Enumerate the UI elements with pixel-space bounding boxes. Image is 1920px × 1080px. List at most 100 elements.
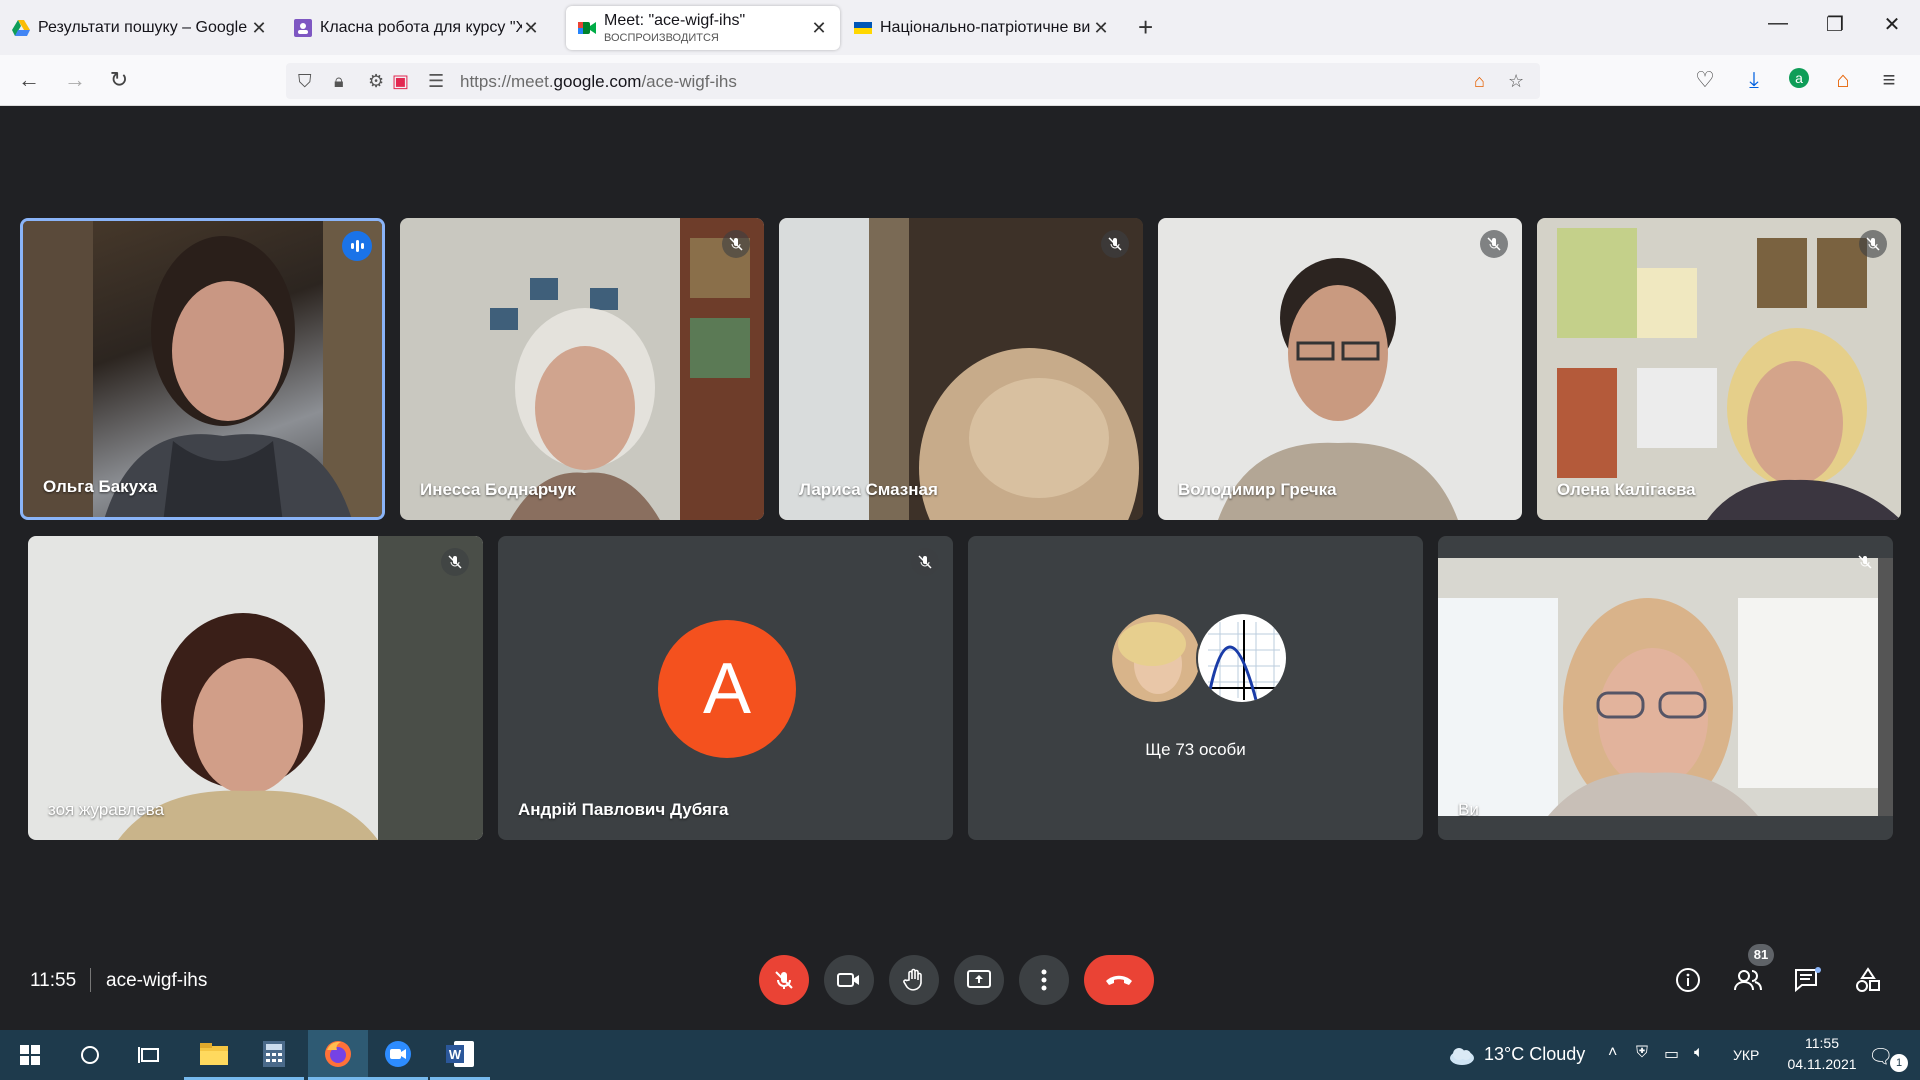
self-tile[interactable]: Ви	[1438, 536, 1893, 840]
new-tab-button[interactable]: +	[1138, 12, 1153, 43]
tab-national[interactable]: Національно-патріотичне ви ✕	[842, 6, 1122, 50]
language-indicator[interactable]: УКР	[1733, 1047, 1759, 1063]
leave-call-button[interactable]	[1084, 955, 1154, 1005]
participant-tile[interactable]: Ольга Бакуха	[20, 218, 385, 520]
clock-time[interactable]: 11:55	[1792, 1035, 1852, 1051]
mic-toggle-button[interactable]	[759, 955, 809, 1005]
task-view-icon	[138, 1047, 159, 1063]
tab-title: Класна робота для курсу "Хім	[320, 19, 522, 36]
home-icon[interactable]: ⌂	[1474, 71, 1485, 92]
url-text[interactable]: https://meet.google.com/ace-wigf-ihs	[460, 72, 737, 92]
participant-video	[1557, 228, 1901, 520]
menu-icon[interactable]: ≡	[1874, 67, 1904, 93]
present-icon	[967, 970, 991, 988]
chat-button[interactable]	[1790, 962, 1826, 998]
avatar: A	[658, 620, 796, 758]
volume-icon[interactable]: 🔈︎	[1694, 1044, 1704, 1062]
muted-mic-icon	[441, 548, 469, 576]
present-screen-button[interactable]	[954, 955, 1004, 1005]
forward-icon[interactable]: →	[60, 67, 90, 93]
camera-icon	[837, 973, 859, 987]
permissions-icon[interactable]: ⚙	[368, 71, 384, 92]
google-meet-icon	[578, 19, 596, 37]
reader-icon[interactable]: ☰	[428, 71, 444, 92]
raise-hand-button[interactable]	[889, 955, 939, 1005]
participant-tile[interactable]: A Андрій Павлович Дубяга	[498, 536, 953, 840]
notification-count-badge: 1	[1890, 1054, 1908, 1072]
participant-video	[23, 221, 382, 517]
cloud-icon	[1450, 1047, 1474, 1065]
tab-google-search[interactable]: Результати пошуку – Google Д ✕	[0, 6, 280, 50]
security-shield-icon[interactable]: ⛨	[1636, 1044, 1648, 1062]
start-button[interactable]	[0, 1030, 60, 1080]
muted-mic-icon	[911, 548, 939, 576]
self-video	[1438, 558, 1893, 816]
participant-tile[interactable]: Олена Калігаєва	[1537, 218, 1901, 520]
bookmark-star-icon[interactable]: ☆	[1508, 71, 1524, 92]
shield-icon[interactable]: ⛉	[298, 71, 312, 92]
extension-icon[interactable]: a	[1784, 67, 1814, 95]
url-bar[interactable]: ⛉ 🔒︎ ⚙ ▣ ☰ https://meet.google.com/ace-w…	[286, 63, 1540, 99]
battery-icon[interactable]: ▭	[1664, 1044, 1679, 1064]
participant-name: Володимир Гречка	[1178, 480, 1337, 499]
more-participants-tile[interactable]: Ще 73 особи	[968, 536, 1423, 840]
participant-name: зоя журавлева	[48, 800, 165, 819]
participant-name: Инесса Боднарчук	[420, 480, 576, 499]
task-view-button[interactable]	[120, 1030, 180, 1080]
muted-mic-icon	[1480, 230, 1508, 258]
file-explorer-button[interactable]	[184, 1030, 244, 1080]
camera-sharing-icon[interactable]: ▣	[392, 71, 409, 92]
search-button[interactable]	[60, 1030, 120, 1080]
close-icon[interactable]: ✕	[250, 18, 268, 39]
pocket-icon[interactable]: ♡	[1690, 67, 1720, 93]
calculator-button[interactable]	[244, 1030, 304, 1080]
participant-tile[interactable]: Инесса Боднарчук	[400, 218, 764, 520]
restore-icon[interactable]: ❐	[1820, 12, 1850, 37]
word-button[interactable]: W	[430, 1030, 490, 1080]
tab-classroom[interactable]: Класна робота для курсу "Хім ✕	[282, 6, 552, 50]
windows-taskbar: W 13°C Cloudy ˄ ⛨ ▭ 🔈︎ УКР 11:55 04.11.2…	[0, 1030, 1920, 1080]
weather-widget[interactable]: 13°C Cloudy	[1448, 1044, 1585, 1065]
extension-home-icon[interactable]: ⌂	[1828, 67, 1858, 93]
activities-icon	[1856, 967, 1880, 992]
participant-video	[779, 218, 1143, 520]
chevron-up-icon[interactable]: ˄	[1608, 1044, 1617, 1062]
participant-video	[1218, 258, 1458, 520]
avatar	[1110, 612, 1202, 704]
participant-video	[118, 536, 483, 840]
meeting-details-button[interactable]	[1670, 962, 1706, 998]
participant-video	[490, 218, 764, 520]
tab-audio-status: ВОСПРОИЗВОДИТСЯ	[604, 32, 719, 44]
navigation-bar: ← → ↻ ⛉ 🔒︎ ⚙ ▣ ☰ https://meet.google.com…	[0, 55, 1920, 106]
google-drive-icon	[12, 19, 30, 37]
meet-stage: Ольга Бакуха Инесса Боднарчук Лариса Сма…	[0, 106, 1920, 1030]
participant-tile[interactable]: Лариса Смазная	[779, 218, 1143, 520]
close-icon[interactable]: ✕	[1092, 18, 1110, 39]
close-icon[interactable]: ✕	[810, 18, 828, 39]
clock-date[interactable]: 04.11.2021	[1774, 1056, 1870, 1072]
more-options-button[interactable]	[1019, 955, 1069, 1005]
minimize-icon[interactable]: —	[1763, 12, 1793, 35]
tab-title: Результати пошуку – Google Д	[38, 19, 250, 36]
back-icon[interactable]: ←	[14, 67, 44, 93]
firefox-button[interactable]	[308, 1030, 368, 1080]
participant-name: Ольга Бакуха	[43, 477, 158, 496]
participant-tile[interactable]: Володимир Гречка	[1158, 218, 1522, 520]
camera-toggle-button[interactable]	[824, 955, 874, 1005]
speaking-indicator-icon	[342, 231, 372, 261]
close-window-icon[interactable]: ✕	[1877, 12, 1907, 37]
people-button[interactable]	[1730, 962, 1766, 998]
meeting-code: ace-wigf-ihs	[106, 970, 208, 991]
more-vert-icon	[1041, 969, 1047, 991]
tab-title: Meet: "ace-wigf-ihs"	[604, 12, 746, 29]
zoom-button[interactable]	[368, 1030, 428, 1080]
more-participants-label: Ще 73 особи	[1145, 740, 1246, 759]
tab-meet[interactable]: Meet: "ace-wigf-ihs" ВОСПРОИЗВОДИТСЯ ✕	[566, 6, 840, 50]
activities-button[interactable]	[1850, 962, 1886, 998]
lock-icon[interactable]: 🔒︎	[334, 71, 344, 92]
participant-tile[interactable]: зоя журавлева	[28, 536, 483, 840]
reload-icon[interactable]: ↻	[104, 67, 134, 93]
firefox-icon	[325, 1040, 351, 1067]
close-icon[interactable]: ✕	[522, 18, 540, 39]
downloads-icon[interactable]: ⤓	[1739, 67, 1769, 93]
